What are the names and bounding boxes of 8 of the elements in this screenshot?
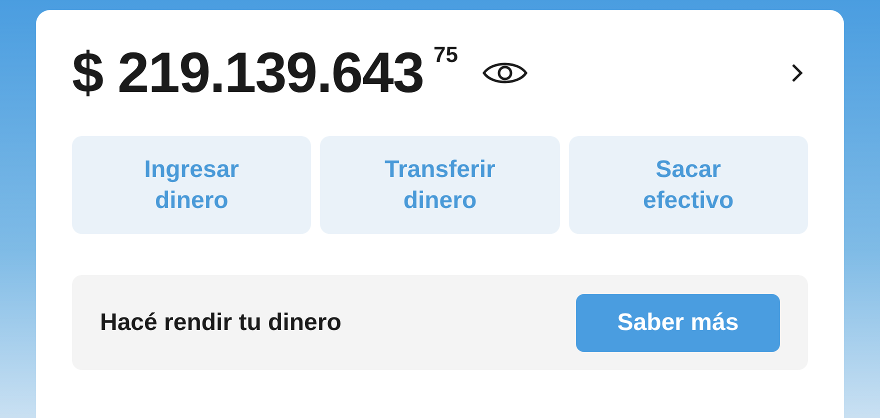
- balance-cents: 75: [434, 41, 458, 69]
- action-button[interactable]: Ingresar dinero: [72, 136, 312, 234]
- balance-amount: $ 219.139.643: [72, 44, 424, 102]
- action-button[interactable]: Transferir dinero: [320, 136, 560, 234]
- chevron-right-icon[interactable]: [790, 62, 804, 84]
- learn-more-button[interactable]: Saber más: [576, 294, 780, 352]
- action-button[interactable]: Sacar efectivo: [568, 136, 808, 234]
- promo-text: Hacé rendir tu dinero: [100, 308, 342, 338]
